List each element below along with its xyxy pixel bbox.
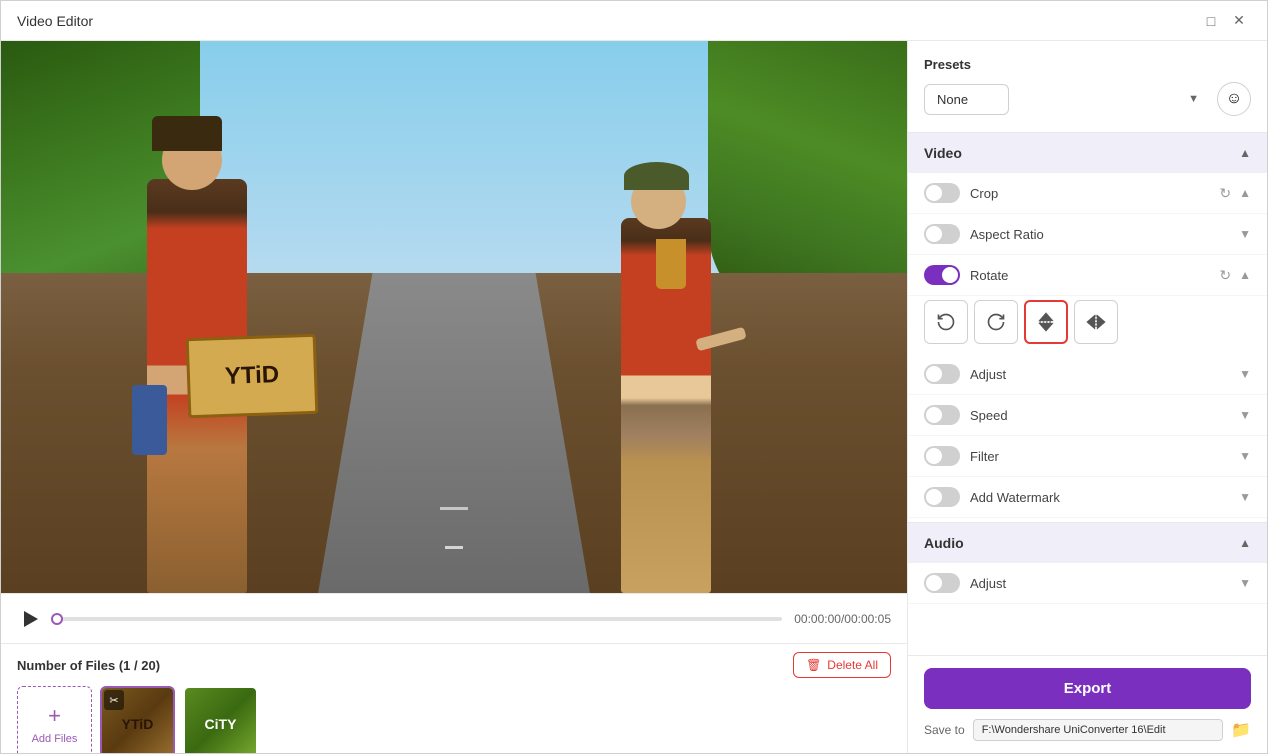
- audio-adjust-label: Adjust: [970, 576, 1006, 591]
- file-thumbnail-1[interactable]: YTiD ✂: [100, 686, 175, 753]
- rotate-reset-icon[interactable]: ↻: [1219, 267, 1231, 284]
- export-button[interactable]: Export: [924, 668, 1251, 709]
- flip-horizontal-button[interactable]: [1074, 300, 1118, 344]
- rotate-ccw-button[interactable]: [924, 300, 968, 344]
- controls-bar: 00:00:00/00:00:05: [1, 593, 907, 643]
- watermark-toggle[interactable]: [924, 487, 960, 507]
- watermark-row: Add Watermark ▼: [908, 477, 1267, 518]
- play-button[interactable]: [17, 605, 45, 633]
- watermark-label: Add Watermark: [970, 490, 1060, 505]
- audio-adjust-row: Adjust ▼: [908, 563, 1267, 604]
- right-panel: Presets None HD 1080p HD 720p 4K ▼ ☺: [907, 41, 1267, 753]
- rotate-label: Rotate: [970, 268, 1008, 283]
- crop-collapse-icon[interactable]: ▲: [1239, 186, 1251, 200]
- folder-icon[interactable]: 📁: [1231, 720, 1251, 740]
- speed-toggle[interactable]: [924, 405, 960, 425]
- filter-row: Filter ▼: [908, 436, 1267, 477]
- presets-label: Presets: [924, 57, 1251, 72]
- progress-thumb: [51, 613, 63, 625]
- adjust-row: Adjust ▼: [908, 354, 1267, 395]
- aspect-ratio-row: Aspect Ratio ▼: [908, 214, 1267, 255]
- file-thumbnail-2[interactable]: CiTY: [183, 686, 258, 753]
- crop-reset-icon[interactable]: ↻: [1219, 185, 1231, 202]
- close-button[interactable]: ✕: [1227, 9, 1251, 33]
- crop-row: Crop ↻ ▲: [908, 173, 1267, 214]
- presets-select[interactable]: None HD 1080p HD 720p 4K: [924, 84, 1009, 115]
- sign: YTiD: [186, 334, 319, 418]
- progress-bar[interactable]: [57, 617, 782, 621]
- adjust-label: Adjust: [970, 367, 1006, 382]
- video-section-title: Video: [924, 145, 962, 161]
- rotate-buttons-group: [924, 300, 1251, 344]
- audio-adjust-expand-icon[interactable]: ▼: [1239, 576, 1251, 590]
- time-display: 00:00:00/00:00:05: [794, 612, 891, 626]
- thumb-bg-2: CiTY: [185, 688, 256, 753]
- trash-icon: 🗑: [806, 658, 821, 672]
- aspect-ratio-toggle[interactable]: [924, 224, 960, 244]
- aspect-ratio-label: Aspect Ratio: [970, 227, 1044, 242]
- audio-section-header[interactable]: Audio ▲: [908, 522, 1267, 563]
- filter-label: Filter: [970, 449, 999, 464]
- video-preview: YTiD: [1, 41, 907, 593]
- crop-label: Crop: [970, 186, 998, 201]
- window-title: Video Editor: [17, 13, 1195, 29]
- minimize-button[interactable]: □: [1199, 9, 1223, 33]
- presets-section: Presets None HD 1080p HD 720p 4K ▼ ☺: [908, 41, 1267, 133]
- speed-label: Speed: [970, 408, 1008, 423]
- audio-collapse-icon: ▲: [1239, 536, 1251, 550]
- flip-vertical-button[interactable]: [1024, 300, 1068, 344]
- adjust-toggle[interactable]: [924, 364, 960, 384]
- crop-toggle[interactable]: [924, 183, 960, 203]
- add-files-button[interactable]: + Add Files: [17, 686, 92, 753]
- speed-expand-icon[interactable]: ▼: [1239, 408, 1251, 422]
- speed-row: Speed ▼: [908, 395, 1267, 436]
- video-scene: YTiD: [1, 41, 907, 593]
- video-section-header[interactable]: Video ▲: [908, 133, 1267, 173]
- filter-expand-icon[interactable]: ▼: [1239, 449, 1251, 463]
- save-to-label: Save to: [924, 723, 965, 737]
- video-collapse-icon: ▲: [1239, 146, 1251, 160]
- plus-icon: +: [48, 703, 61, 729]
- rotate-toggle[interactable]: [924, 265, 960, 285]
- rotate-row: Rotate ↻ ▲: [908, 255, 1267, 296]
- rotate-collapse-icon[interactable]: ▲: [1239, 268, 1251, 282]
- files-bar: Number of Files (1 / 20) 🗑 Delete All + …: [1, 643, 907, 753]
- delete-all-button[interactable]: 🗑 Delete All: [793, 652, 891, 678]
- aspect-ratio-expand-icon[interactable]: ▼: [1239, 227, 1251, 241]
- files-list: + Add Files YTiD ✂ CiTY: [17, 686, 891, 753]
- filter-toggle[interactable]: [924, 446, 960, 466]
- files-count: Number of Files (1 / 20): [17, 658, 160, 673]
- audio-section-title: Audio: [924, 535, 964, 551]
- rotate-cw-button[interactable]: [974, 300, 1018, 344]
- chevron-down-icon: ▼: [1188, 93, 1199, 105]
- audio-adjust-toggle[interactable]: [924, 573, 960, 593]
- adjust-expand-icon[interactable]: ▼: [1239, 367, 1251, 381]
- export-footer: Export Save to 📁: [908, 655, 1267, 753]
- emoji-button[interactable]: ☺: [1217, 82, 1251, 116]
- save-path-input[interactable]: [973, 719, 1223, 741]
- scissors-icon: ✂: [104, 690, 124, 710]
- watermark-expand-icon[interactable]: ▼: [1239, 490, 1251, 504]
